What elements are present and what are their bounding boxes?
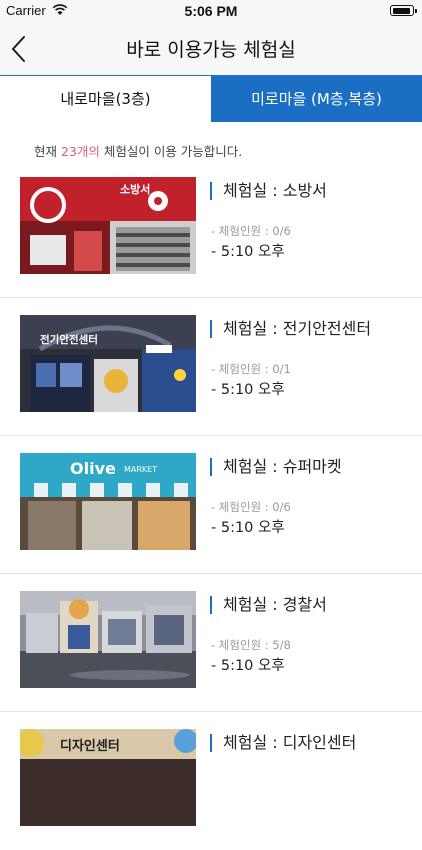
floor-tabs: 내로마을(3층) 미로마을 (M층,복층) <box>0 75 422 122</box>
room-name: 체험실 : 슈퍼마켓 <box>210 458 342 476</box>
room-name: 체험실 : 소방서 <box>210 182 327 200</box>
room-photo: Olive MARKET <box>20 453 196 550</box>
summary-prefix: 현재 <box>34 144 61 159</box>
photo-sign-text: 소방서 <box>120 182 150 196</box>
status-bar: Carrier 5:06 PM <box>0 0 422 22</box>
navigation-bar: 바로 이용가능 체험실 <box>0 22 422 75</box>
room-item-supermarket[interactable]: Olive MARKET 체험실 : 슈퍼마켓 - 체험인원 : 0/6 - 5… <box>0 436 422 574</box>
photo-sign-text: Olive <box>70 459 116 478</box>
room-name: 체험실 : 전기안전센터 <box>210 320 371 338</box>
room-photo: 소방서 <box>20 177 196 274</box>
tab-floor-3[interactable]: 내로마을(3층) <box>0 76 211 122</box>
page-title: 바로 이용가능 체험실 <box>126 39 296 61</box>
room-capacity: - 체험인원 : 0/6 <box>211 224 291 238</box>
room-capacity: - 체험인원 : 0/1 <box>211 362 291 376</box>
room-time: - 5:10 오후 <box>211 520 285 536</box>
tab-floor-m[interactable]: 미로마을 (M층,복층) <box>211 76 422 122</box>
room-name: 체험실 : 경찰서 <box>210 596 327 614</box>
availability-summary: 현재 23개의 체험실이 이용 가능합니다. <box>34 141 242 160</box>
photo-sign-subtext: MARKET <box>124 465 157 474</box>
room-item-design-center[interactable]: 디자인센터 체험실 : 디자인센터 <box>0 712 422 850</box>
room-photo <box>20 591 196 688</box>
room-photo: 전기안전센터 <box>20 315 196 412</box>
room-capacity: - 체험인원 : 5/8 <box>211 638 291 652</box>
battery-icon <box>390 5 417 16</box>
clock: 5:06 PM <box>184 3 238 19</box>
available-count: 23개의 <box>60 144 100 159</box>
photo-sign-text: 디자인센터 <box>60 738 120 754</box>
photo-sign-text: 전기안전센터 <box>40 333 98 346</box>
room-photo: 디자인센터 <box>20 729 196 826</box>
room-time: - 5:10 오후 <box>211 658 285 674</box>
room-name: 체험실 : 디자인센터 <box>210 734 356 752</box>
room-capacity: - 체험인원 : 0/6 <box>211 500 291 514</box>
room-item-electric-safety-center[interactable]: 전기안전센터 체험실 : 전기안전센터 - 체험인원 : 0/1 - 5:10 … <box>0 298 422 436</box>
room-item-police-station[interactable]: 체험실 : 경찰서 - 체험인원 : 5/8 - 5:10 오후 <box>0 574 422 712</box>
room-time: - 5:10 오후 <box>211 382 285 398</box>
room-item-fire-station[interactable]: 소방서 체험실 : 소방서 - 체험인원 : 0/6 - 5:10 오후 <box>0 160 422 298</box>
room-time: - 5:10 오후 <box>211 244 285 260</box>
summary-suffix: 체험실이 이용 가능합니다. <box>99 144 243 159</box>
